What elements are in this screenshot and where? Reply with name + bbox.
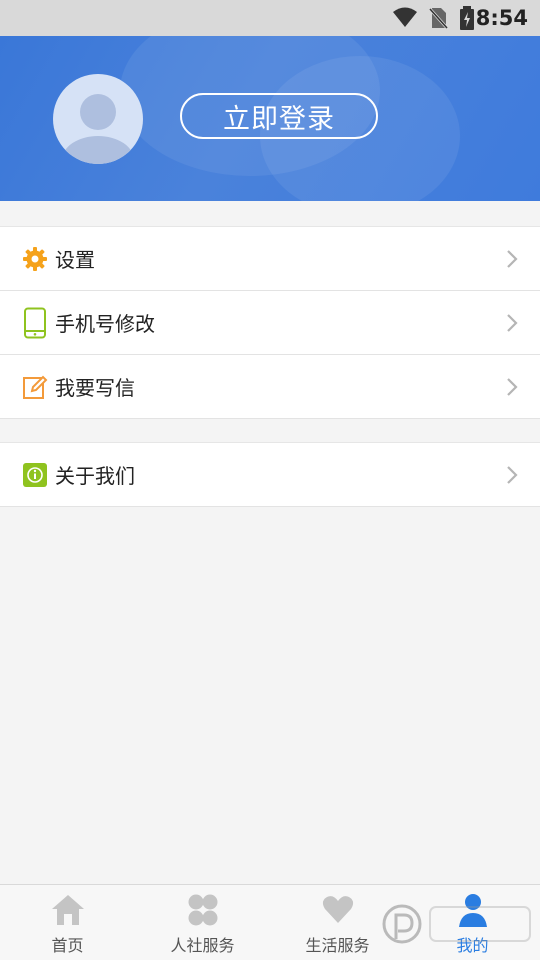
clover-icon [188,894,217,926]
menu-item-write-letter[interactable]: 我要写信 [0,355,540,419]
menu-label: 我要写信 [55,376,135,400]
tab-social-services[interactable]: 人社服务 [135,885,270,960]
menu-label: 手机号修改 [55,312,155,336]
default-avatar-icon [62,94,134,164]
chevron-right-icon [507,465,518,484]
menu-label: 关于我们 [55,464,135,488]
tab-label: 人社服务 [170,936,235,955]
no-sim-icon [428,7,448,30]
chevron-right-icon [507,377,518,396]
avatar[interactable] [53,74,143,164]
status-bar: 8:54 [0,0,540,36]
phone-icon [22,307,48,338]
chevron-right-icon [507,249,518,268]
chevron-right-icon [507,313,518,332]
home-icon [51,895,84,925]
heart-icon [322,896,353,923]
login-button[interactable]: 立即登录 [180,93,378,139]
status-time: 8:54 [475,6,528,30]
info-icon [22,460,48,490]
battery-icon [460,6,474,30]
menu-group-account: 设置 手机号修改 我要写信 [0,226,540,419]
menu-item-change-phone[interactable]: 手机号修改 [0,291,540,355]
menu-item-settings[interactable]: 设置 [0,227,540,291]
menu-item-about-us[interactable]: 关于我们 [0,443,540,507]
wifi-icon [393,7,417,27]
menu-group-about: 关于我们 [0,442,540,507]
edit-icon [22,372,48,402]
menu-label: 设置 [55,248,95,272]
profile-banner: 立即登录 [0,36,540,201]
watermark-logo [382,904,531,944]
tab-label: 首页 [51,936,84,955]
gear-icon [22,244,48,274]
tab-home[interactable]: 首页 [0,885,135,960]
